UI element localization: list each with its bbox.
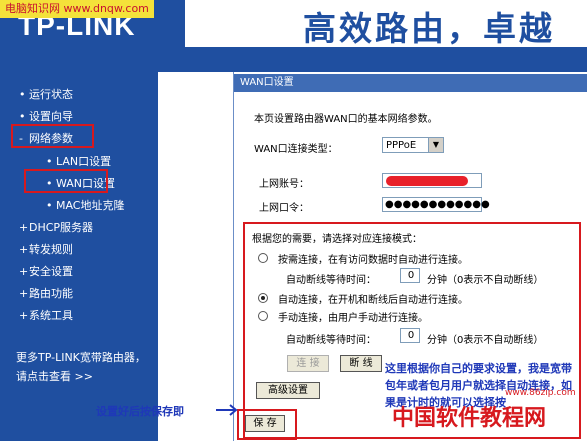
highlight-network-box [11, 124, 94, 148]
radio-auto[interactable] [258, 293, 268, 303]
sidebar-item-system-tools[interactable]: +系统工具 [19, 307, 73, 323]
idle-label-2: 自动断线等待时间： [286, 335, 376, 346]
slogan-area: 高效路由，卓越 [185, 0, 587, 48]
account-label: 上网账号： [259, 179, 309, 190]
site-url-watermark: www.86zip.com [505, 388, 576, 398]
sidebar-item-label: 系统工具 [29, 309, 73, 322]
idle-input-1[interactable]: 0 [400, 268, 420, 283]
header-banner: TP-LINK 高效路由，卓越 电脑知识网 www.dnqw.com [0, 0, 587, 72]
sidebar-item-forwarding[interactable]: +转发规则 [19, 241, 73, 257]
sidebar-item-label: 设置向导 [29, 110, 73, 123]
account-input[interactable] [382, 173, 482, 188]
arrow-icon [216, 404, 238, 416]
radio-manual[interactable] [258, 311, 268, 321]
redacted-mark [386, 176, 468, 186]
mode-prompt: 根据您的需要，请选择对应连接模式： [252, 234, 422, 245]
chevron-down-icon: ▼ [428, 138, 443, 152]
sidebar-item-label: 转发规则 [29, 243, 73, 256]
password-input[interactable]: ●●●●●●●●●●●● [382, 197, 490, 212]
conn-type-value: PPPoE [386, 140, 417, 151]
save-button[interactable]: 保 存 [245, 415, 285, 432]
sidebar-item-status[interactable]: • 运行状态 [19, 86, 73, 102]
slogan-text: 高效路由，卓越 [303, 9, 555, 48]
idle-label-1: 自动断线等待时间： [286, 275, 376, 286]
site-watermark-bottom: 中国软件教程网 [392, 406, 547, 431]
mode-auto-label: 自动连接，在开机和断线后自动进行连接。 [278, 295, 468, 306]
more-products-link[interactable]: 更多TP-LINK宽带路由器，请点击查看 >> [16, 348, 151, 386]
header-stripe [185, 47, 587, 72]
sidebar-item-label: 路由功能 [29, 287, 73, 300]
sidebar-item-security[interactable]: +安全设置 [19, 263, 73, 279]
content-gap [158, 72, 233, 441]
connect-button[interactable]: 连 接 [287, 355, 329, 372]
idle-unit-1: 分钟（0表示不自动断线） [427, 275, 544, 286]
panel-title: WAN口设置 [234, 74, 587, 92]
conn-type-select[interactable]: PPPoE ▼ [382, 137, 444, 153]
sidebar-nav: • 运行状态 • 设置向导 - 网络参数 • LAN口设置 • WAN口设置 • MA… [0, 72, 158, 441]
sidebar-item-wizard[interactable]: • 设置向导 [19, 108, 73, 124]
intro-text: 本页设置路由器WAN口的基本网络参数。 [254, 114, 438, 125]
disconnect-button[interactable]: 断 线 [340, 355, 382, 372]
idle-unit-2: 分钟（0表示不自动断线） [427, 335, 544, 346]
mode-on-demand-label: 按需连接，在有访问数据时自动进行连接。 [278, 255, 468, 266]
site-watermark-top: 电脑知识网 www.dnqw.com [0, 0, 154, 18]
idle-input-2[interactable]: 0 [400, 328, 420, 343]
sidebar-item-label: 安全设置 [29, 265, 73, 278]
sidebar-item-label: 运行状态 [29, 88, 73, 101]
conn-type-label: WAN口连接类型： [254, 144, 338, 155]
advanced-settings-button[interactable]: 高级设置 [256, 382, 320, 399]
radio-on-demand[interactable] [258, 253, 268, 263]
sidebar-item-routing[interactable]: +路由功能 [19, 285, 73, 301]
highlight-wan-box [24, 169, 108, 193]
password-label: 上网口令： [259, 203, 309, 214]
sidebar-subitem-lan[interactable]: • LAN口设置 [46, 153, 111, 169]
save-instruction-note: 设置好后按保存即 [96, 405, 184, 418]
sidebar-item-dhcp[interactable]: +DHCP服务器 [19, 219, 93, 235]
mode-manual-label: 手动连接，由用户手动进行连接。 [278, 313, 428, 324]
sidebar-item-label: DHCP服务器 [29, 221, 94, 234]
sidebar-subitem-mac-clone[interactable]: • MAC地址克隆 [46, 197, 125, 213]
